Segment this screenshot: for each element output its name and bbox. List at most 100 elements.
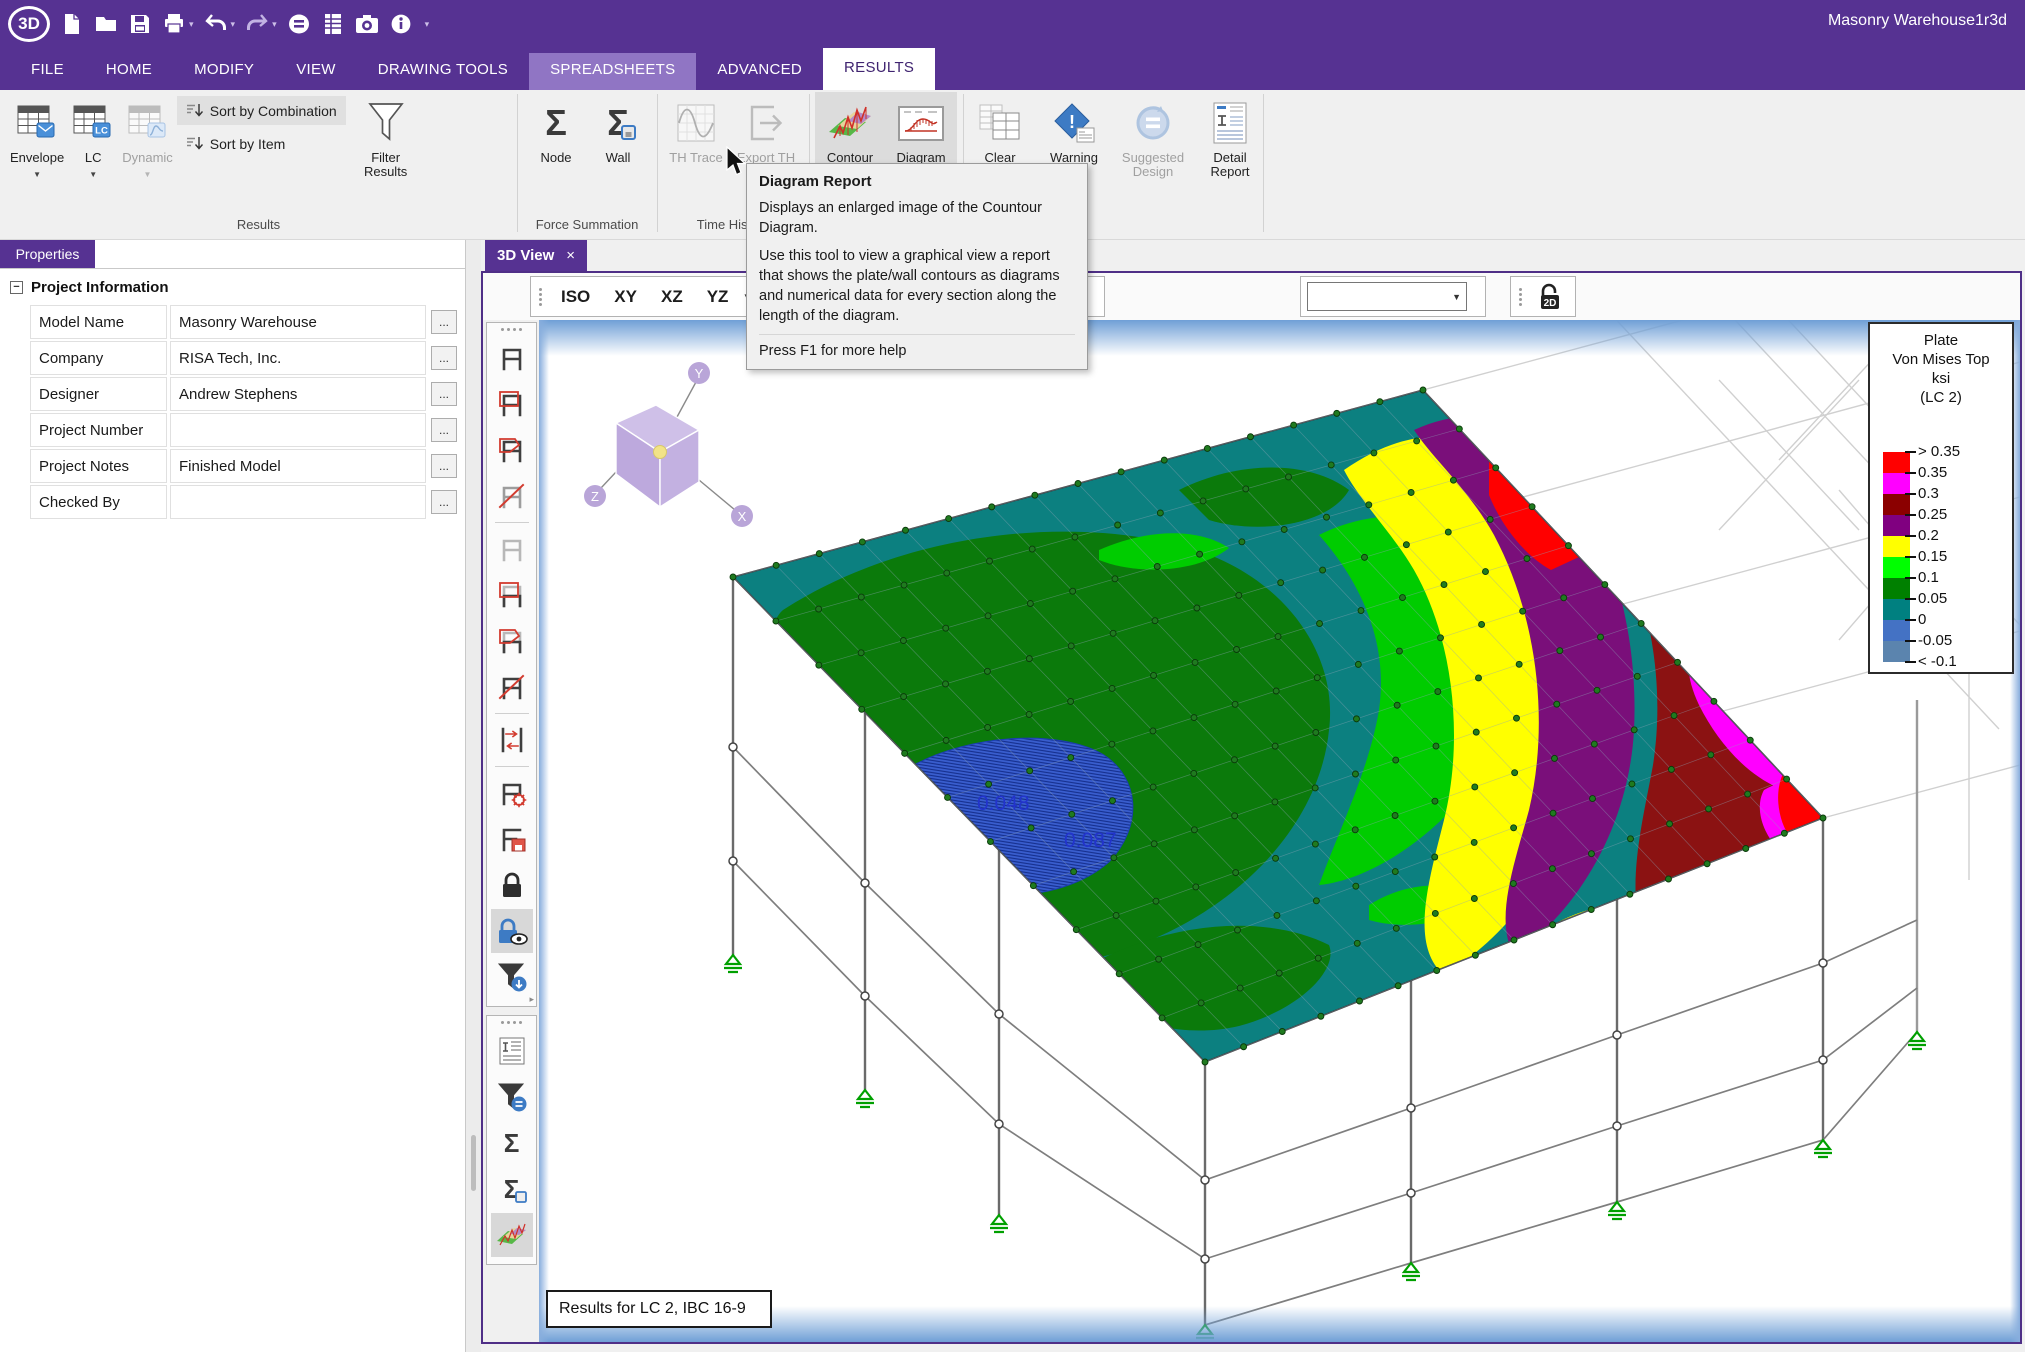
toolbox-drag-handle[interactable] [501,328,522,331]
snapshot-camera-icon[interactable] [355,12,379,36]
orientation-cube[interactable]: Y Z X [584,362,753,527]
app-logo[interactable]: 3D [8,6,50,42]
project-notes-field[interactable]: Finished Model [170,449,426,483]
force-summation-tool-icon[interactable]: Σ [491,1121,533,1165]
redo-icon[interactable] [245,12,269,36]
lock-unselected-icon[interactable] [491,863,533,907]
info-icon[interactable] [389,12,413,36]
graphic-selection-lock-icon[interactable] [490,909,533,953]
iso-view-button[interactable]: ISO [550,282,601,312]
node-label: Node [540,150,572,165]
solve-icon[interactable] [287,12,311,36]
customize-toolbar-icon[interactable]: ▾ [425,19,430,30]
xz-view-button[interactable]: XZ [650,282,694,312]
lc-button[interactable]: LC LC ▼ [68,92,118,204]
unselect-all-icon[interactable] [491,527,533,571]
results-combo-box[interactable]: ▼ [1307,282,1467,311]
toolbox-drag-handle[interactable] [501,1021,522,1024]
polygon-select-icon[interactable] [491,428,533,472]
contour-tool-icon[interactable] [490,1213,533,1257]
legend-label: 0.1 [1905,569,1939,586]
checked-by-field[interactable] [170,485,426,519]
wall-force-summation-button[interactable]: Σ Wall [587,92,649,204]
dynamic-icon [127,95,169,151]
svg-text:Y: Y [695,366,704,381]
line-select-icon[interactable] [491,474,533,518]
toolbox-separator [494,522,529,523]
suggested-design-button[interactable]: Suggested Design [1114,92,1192,204]
print-dropdown-icon[interactable]: ▾ [189,19,194,30]
tab-view[interactable]: VIEW [275,53,357,90]
redo-dropdown-icon[interactable]: ▾ [272,19,277,30]
new-file-icon[interactable] [60,12,84,36]
xy-view-button[interactable]: XY [603,282,648,312]
save-icon[interactable] [128,12,152,36]
roof-contour-plot[interactable]: 0.048 0.087 [729,386,1827,1066]
more-button[interactable]: ... [431,418,457,442]
lc-dropdown-icon[interactable]: ▼ [89,168,97,182]
properties-tab[interactable]: Properties [0,240,95,268]
tab-results[interactable]: RESULTS [823,48,936,90]
project-number-field[interactable] [170,413,426,447]
sort-by-item-button[interactable]: Sort by Item [177,129,346,158]
company-field[interactable]: RISA Tech, Inc. [170,341,426,375]
filter-results-button[interactable]: Filter Results [354,92,418,204]
box-unselect-icon[interactable] [491,573,533,617]
more-button[interactable]: ... [431,454,457,478]
more-button[interactable]: ... [431,346,457,370]
node-force-summation-button[interactable]: Σ Node [525,92,587,204]
designer-field[interactable]: Andrew Stephens [170,377,426,411]
print-icon[interactable] [162,12,186,36]
th-trace-button[interactable]: TH Trace [663,92,729,204]
model-viewport[interactable]: 0.048 0.087 Y Z X Plate Von Mises Top ks… [539,320,2020,1342]
polygon-unselect-icon[interactable] [491,619,533,663]
toolbar-drag-handle[interactable] [539,287,542,306]
contour-diagram-icon [826,95,874,151]
collapse-section-icon[interactable]: − [10,281,23,294]
3d-view-tab[interactable]: 3D View × [485,240,588,271]
tab-modify[interactable]: MODIFY [173,53,275,90]
property-label: Model Name [30,305,167,339]
toolbox-collapse-icon[interactable]: ▸ [529,994,534,1005]
panel-splitter[interactable] [466,240,481,1352]
open-file-icon[interactable] [94,12,118,36]
spreadsheet-icon[interactable] [321,12,345,36]
more-button[interactable]: ... [431,310,457,334]
tab-advanced[interactable]: ADVANCED [696,53,823,90]
envelope-dropdown-icon[interactable]: ▼ [33,168,41,182]
criteria-select-icon[interactable] [491,771,533,815]
result-filter-icon[interactable] [491,1075,533,1119]
detail-report-tool-icon[interactable] [491,1029,533,1073]
tab-drawing-tools[interactable]: DRAWING TOOLS [357,53,529,90]
legend-label: 0 [1904,611,1927,628]
tab-home[interactable]: HOME [85,53,173,90]
close-view-icon[interactable]: × [566,247,575,264]
3d-view-frame: ISO XY XZ YZ ▾ ▾ ▼ [481,271,2022,1344]
undo-dropdown-icon[interactable]: ▾ [231,19,236,30]
dynamic-button[interactable]: Dynamic ▼ [118,92,177,204]
save-selection-icon[interactable] [491,817,533,861]
more-button[interactable]: ... [431,490,457,514]
envelope-button[interactable]: Envelope ▼ [6,92,68,204]
splitter-grip[interactable] [471,1135,476,1191]
wall-summation-tool-icon[interactable]: Σ [491,1167,533,1211]
line-unselect-icon[interactable] [491,665,533,709]
sort-by-combination-button[interactable]: Sort by Combination [176,96,346,125]
yz-view-button[interactable]: YZ [696,282,740,312]
undo-icon[interactable] [204,12,228,36]
filter-lock-icon[interactable] [491,955,533,999]
toolbar-drag-handle[interactable] [1519,287,1522,306]
2d-lock-icon[interactable]: 2D [1530,280,1566,314]
select-all-icon[interactable] [491,336,533,380]
tab-spreadsheets[interactable]: SPREADSHEETS [529,53,697,90]
legend-label: 0.35 [1904,464,1948,481]
tab-file[interactable]: FILE [10,53,85,90]
combo-arrow-icon[interactable]: ▼ [1452,292,1461,302]
box-select-icon[interactable] [491,382,533,426]
detail-report-button[interactable]: Detail Report [1198,92,1262,204]
more-button[interactable]: ... [431,382,457,406]
svg-text:Z: Z [591,489,599,504]
model-name-field[interactable]: Masonry Warehouse [170,305,426,339]
3d-model-canvas[interactable]: 0.048 0.087 Y Z X [539,320,2020,1342]
invert-selection-icon[interactable] [491,718,533,762]
